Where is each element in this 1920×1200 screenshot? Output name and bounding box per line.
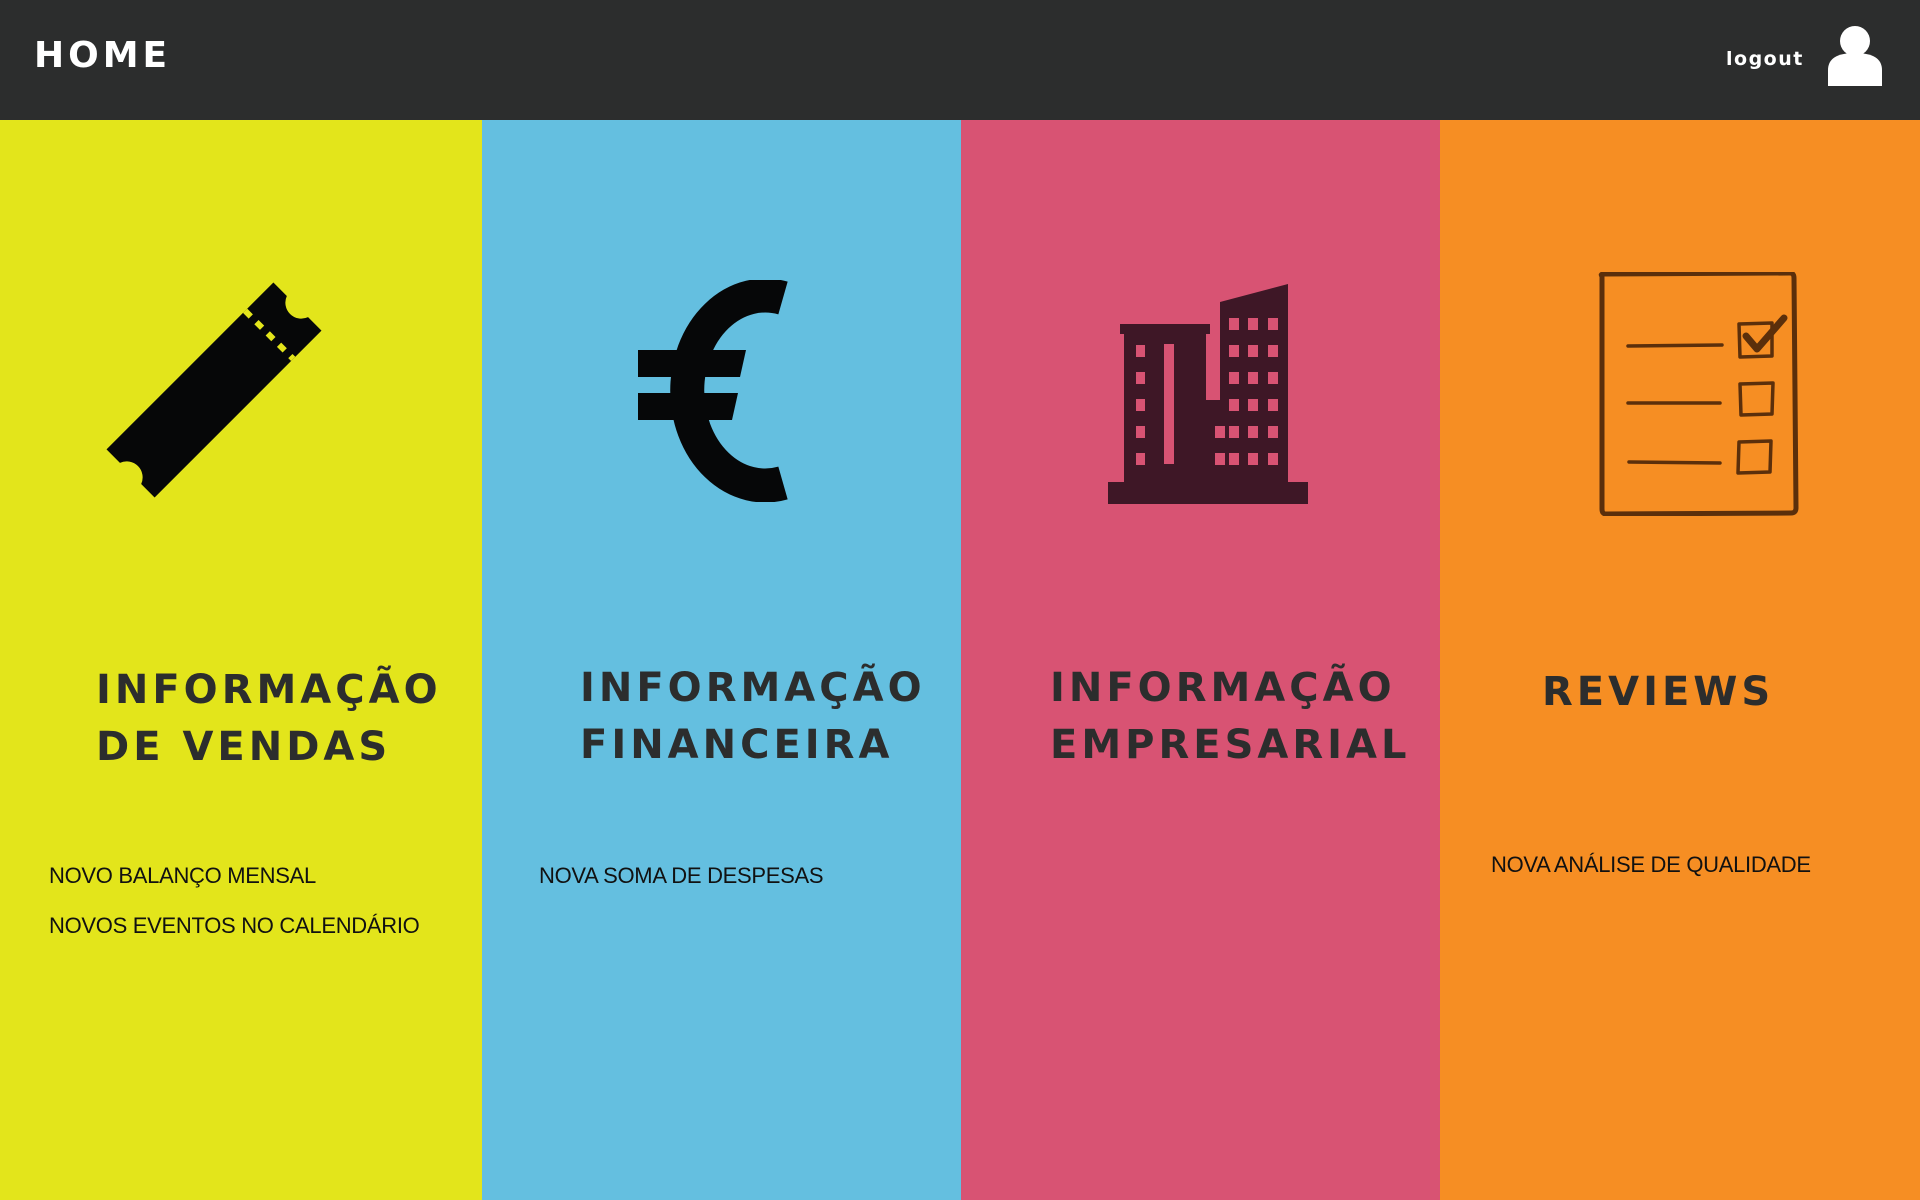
user-avatar-icon[interactable] — [1826, 24, 1884, 86]
notification-item[interactable]: NOVA SOMA DE DESPESAS — [539, 863, 824, 889]
business-info-panel[interactable]: INFORMAÇÃO EMPRESARIAL — [961, 120, 1440, 1200]
notification-item[interactable]: NOVOS EVENTOS NO CALENDÁRIO — [49, 913, 420, 939]
checklist-icon — [1598, 272, 1799, 516]
notification-list: NOVA ANÁLISE DE QUALIDADE — [1491, 852, 1811, 902]
panel-title: INFORMAÇÃO EMPRESARIAL — [1050, 665, 1411, 768]
home-title[interactable]: HOME — [34, 34, 171, 78]
notification-list: NOVO BALANÇO MENSAL NOVOS EVENTOS NO CAL… — [49, 863, 420, 963]
building-icon — [1108, 284, 1308, 504]
notification-item[interactable]: NOVO BALANÇO MENSAL — [49, 863, 419, 889]
financial-info-panel[interactable]: INFORMAÇÃO FINANCEIRA NOVA SOMA DE DESPE… — [482, 120, 961, 1200]
top-bar: HOME logout — [0, 0, 1920, 120]
ticket-icon — [106, 282, 322, 498]
euro-icon — [638, 280, 788, 502]
notification-item[interactable]: NOVA ANÁLISE DE QUALIDADE — [1491, 852, 1811, 878]
sales-info-panel[interactable]: INFORMAÇÃO DE VENDAS NOVO BALANÇO MENSAL… — [0, 120, 482, 1200]
panel-title: REVIEWS — [1542, 669, 1775, 715]
notification-list: NOVA SOMA DE DESPESAS — [539, 863, 824, 913]
logout-link[interactable]: logout — [1726, 46, 1804, 72]
reviews-panel[interactable]: REVIEWS NOVA ANÁLISE DE QUALIDADE — [1440, 120, 1920, 1200]
panel-title: INFORMAÇÃO DE VENDAS — [96, 667, 442, 770]
panel-title: INFORMAÇÃO FINANCEIRA — [580, 665, 926, 768]
